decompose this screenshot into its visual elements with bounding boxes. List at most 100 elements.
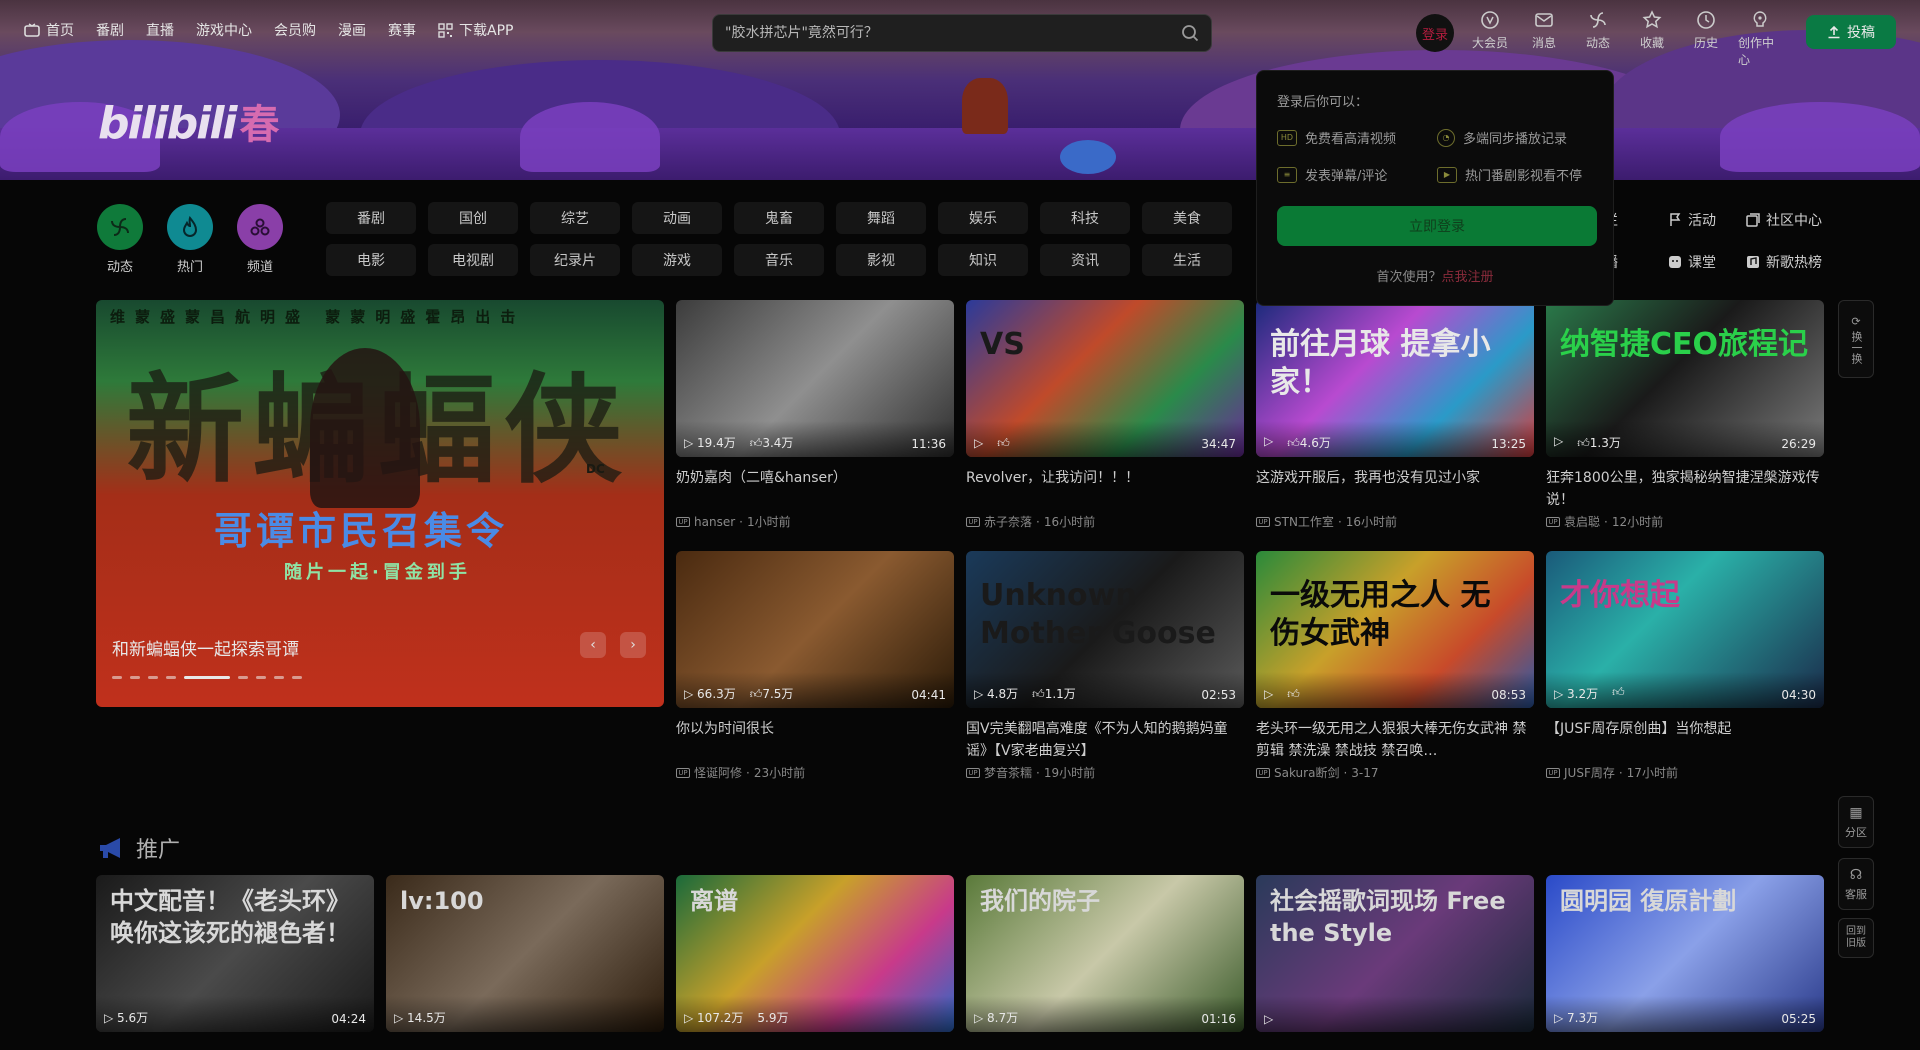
carousel-dot[interactable] [184,676,230,679]
promo-thumbnail[interactable]: 中文配音！《老头环》 唤你这该死的褪色者！ ▷ 5.6万 04:24 [96,875,374,1032]
category-pill[interactable]: 纪录片 [530,244,620,276]
video-thumbnail[interactable]: ▷ 19.4万 👍︎3.4万 11:36 [676,300,954,457]
nav-match[interactable]: 赛事 [388,20,416,40]
uploader-name[interactable]: 赤子奈落 [984,513,1032,530]
carousel-dot[interactable] [112,676,122,679]
video-card[interactable]: VS ▷ 👍︎ 34:47 Revolver，让我访问！！！ UP 赤子奈落 · 16小时前 [966,300,1244,530]
video-thumbnail[interactable]: Unknown Mother Goose ▷ 4.8万 👍︎1.1万 02:53 [966,551,1244,708]
video-title[interactable]: 【JUSF周存原创曲】当你想起 [1546,718,1824,762]
nav-home[interactable]: 首页 [24,20,74,40]
video-card[interactable]: 一级无用之人 无伤女武神 ▷ 👍︎ 08:53 老头环一级无用之人狠狠大棒无伤女武神 … [1256,551,1534,781]
video-card[interactable]: 才你想起 ▷ 3.2万 👍︎ 04:30 【JUSF周存原创曲】当你想起 UP JUSF周存… [1546,551,1824,781]
favorites-button[interactable]: 收藏 [1630,10,1674,51]
nav-download-app[interactable]: 下载APP [438,20,513,40]
video-thumbnail[interactable]: 一级无用之人 无伤女武神 ▷ 👍︎ 08:53 [1256,551,1534,708]
register-link[interactable]: 点我注册 [1442,270,1494,285]
hero-carousel[interactable]: 维蒙盛蒙昌航明盛 蒙蒙明盛霍昂出击 新蝙蝠侠 DC 哥谭市民召集令 随片一起·冒… [96,300,664,707]
video-thumbnail[interactable]: 前往月球 提拿小家！ ▷ 👍︎4.6万 13:25 [1256,300,1534,457]
message-button[interactable]: 消息 [1522,10,1566,51]
video-card[interactable]: ▷ 19.4万 👍︎3.4万 11:36 奶奶嘉肉（二嘻&hanser） UP hanse… [676,300,954,530]
promo-thumbnail[interactable]: 我们的院子 ▷ 8.7万 01:16 [966,875,1244,1032]
video-title[interactable]: 奶奶嘉肉（二嘻&hanser） [676,467,954,511]
uploader-name[interactable]: 梦音茶糯 [984,764,1032,781]
nav-game-center[interactable]: 游戏中心 [196,20,252,40]
video-thumbnail[interactable]: ▷ 66.3万 👍︎7.5万 04:41 [676,551,954,708]
carousel-dot[interactable] [292,676,302,679]
login-avatar[interactable]: 登录 [1416,14,1454,52]
site-logo[interactable]: bilibili 春 [98,92,279,150]
category-pill[interactable]: 综艺 [530,202,620,234]
link-community[interactable]: 社区中心 [1746,210,1822,230]
category-pill[interactable]: 资讯 [1040,244,1130,276]
uploader-name[interactable]: 怪诞阿修 [694,764,742,781]
creator-center-button[interactable]: 创作中心 [1738,10,1782,68]
video-title[interactable]: 这游戏开服后，我再也没有见过小家 [1256,467,1534,511]
zone-button[interactable]: ▦ 分区 [1838,796,1874,848]
old-version-button[interactable]: 回到旧版 [1838,918,1874,958]
promo-card[interactable]: 社会摇歌词现场 Free the Style ▷ [1256,875,1534,1032]
carousel-dot[interactable] [256,676,266,679]
category-pill[interactable]: 美食 [1142,202,1232,234]
category-pill[interactable]: 动画 [632,202,722,234]
category-pill[interactable]: 电视剧 [428,244,518,276]
uploader-name[interactable]: STN工作室 [1274,513,1334,530]
promo-thumbnail[interactable]: 社会摇歌词现场 Free the Style ▷ [1256,875,1534,1032]
uploader-name[interactable]: hanser [694,515,735,529]
carousel-dot[interactable] [166,676,176,679]
promo-card[interactable]: 圆明园 復原計劃 ▷ 7.3万 05:25 [1546,875,1824,1032]
history-button[interactable]: 历史 [1684,10,1728,51]
video-title[interactable]: Revolver，让我访问！！！ [966,467,1244,511]
video-card[interactable]: 纳智捷CEO旅程记 ▷ 👍︎1.3万 26:29 狂奔1800公里，独家揭秘纳智捷涅槃… [1546,300,1824,530]
promo-card[interactable]: 我们的院子 ▷ 8.7万 01:16 [966,875,1244,1032]
carousel-prev-button[interactable]: ‹ [580,632,606,658]
search-input[interactable] [725,25,1181,41]
category-pill[interactable]: 电影 [326,244,416,276]
promo-thumbnail[interactable]: lv:100 ▷ 14.5万 [386,875,664,1032]
search-icon[interactable] [1181,24,1199,42]
video-title[interactable]: 你以为时间很长 [676,718,954,762]
category-pill[interactable]: 游戏 [632,244,722,276]
category-pill[interactable]: 娱乐 [938,202,1028,234]
category-pill[interactable]: 舞蹈 [836,202,926,234]
carousel-dot[interactable] [148,676,158,679]
category-pill[interactable]: 音乐 [734,244,824,276]
carousel-dot[interactable] [238,676,248,679]
channel-dynamic[interactable]: 动态 [96,204,144,275]
video-title[interactable]: 狂奔1800公里，独家揭秘纳智捷涅槃游戏传说！ [1546,467,1824,511]
service-button[interactable]: ☊ 客服 [1838,858,1874,910]
category-pill[interactable]: 生活 [1142,244,1232,276]
video-thumbnail[interactable]: VS ▷ 👍︎ 34:47 [966,300,1244,457]
category-pill[interactable]: 国创 [428,202,518,234]
video-thumbnail[interactable]: 才你想起 ▷ 3.2万 👍︎ 04:30 [1546,551,1824,708]
uploader-name[interactable]: Sakura断剑 [1274,764,1339,781]
carousel-next-button[interactable]: › [620,632,646,658]
video-card[interactable]: Unknown Mother Goose ▷ 4.8万 👍︎1.1万 02:53 国V完… [966,551,1244,781]
nav-bangumi[interactable]: 番剧 [96,20,124,40]
channel-channels[interactable]: 频道 [236,204,284,275]
carousel-dot[interactable] [274,676,284,679]
link-classroom[interactable]: 课堂 [1668,252,1716,272]
category-pill[interactable]: 影视 [836,244,926,276]
promo-card[interactable]: lv:100 ▷ 14.5万 [386,875,664,1032]
promo-thumbnail[interactable]: 圆明园 復原計劃 ▷ 7.3万 05:25 [1546,875,1824,1032]
login-now-button[interactable]: 立即登录 [1277,206,1597,246]
video-title[interactable]: 老头环一级无用之人狠狠大棒无伤女武神 禁剪辑 禁洗澡 禁战技 禁召唤… [1256,718,1534,762]
video-card[interactable]: 前往月球 提拿小家！ ▷ 👍︎4.6万 13:25 这游戏开服后，我再也没有见过小家 U… [1256,300,1534,530]
link-activity[interactable]: 活动 [1668,210,1716,230]
link-new-songs[interactable]: 新歌热榜 [1746,252,1822,272]
uploader-name[interactable]: 袁启聪 [1564,513,1600,530]
category-pill[interactable]: 科技 [1040,202,1130,234]
promo-card[interactable]: 中文配音！《老头环》 唤你这该死的褪色者！ ▷ 5.6万 04:24 [96,875,374,1032]
promo-thumbnail[interactable]: 离谱 ▷ 107.2万 5.9万 [676,875,954,1032]
video-title[interactable]: 国V完美翻唱高难度《不为人知的鹅鹅妈童谣》【V家老曲复兴】 [966,718,1244,762]
video-card[interactable]: ▷ 66.3万 👍︎7.5万 04:41 你以为时间很长 UP 怪诞阿修 · 23小时前 [676,551,954,781]
category-pill[interactable]: 知识 [938,244,1028,276]
category-pill[interactable]: 番剧 [326,202,416,234]
uploader-name[interactable]: JUSF周存 [1564,764,1615,781]
refresh-button[interactable]: ⟳ 换一换 [1838,300,1874,378]
upload-button[interactable]: 投稿 [1806,15,1896,49]
dynamic-button[interactable]: 动态 [1576,10,1620,51]
promo-card[interactable]: 离谱 ▷ 107.2万 5.9万 [676,875,954,1032]
carousel-dot[interactable] [130,676,140,679]
nav-manga[interactable]: 漫画 [338,20,366,40]
